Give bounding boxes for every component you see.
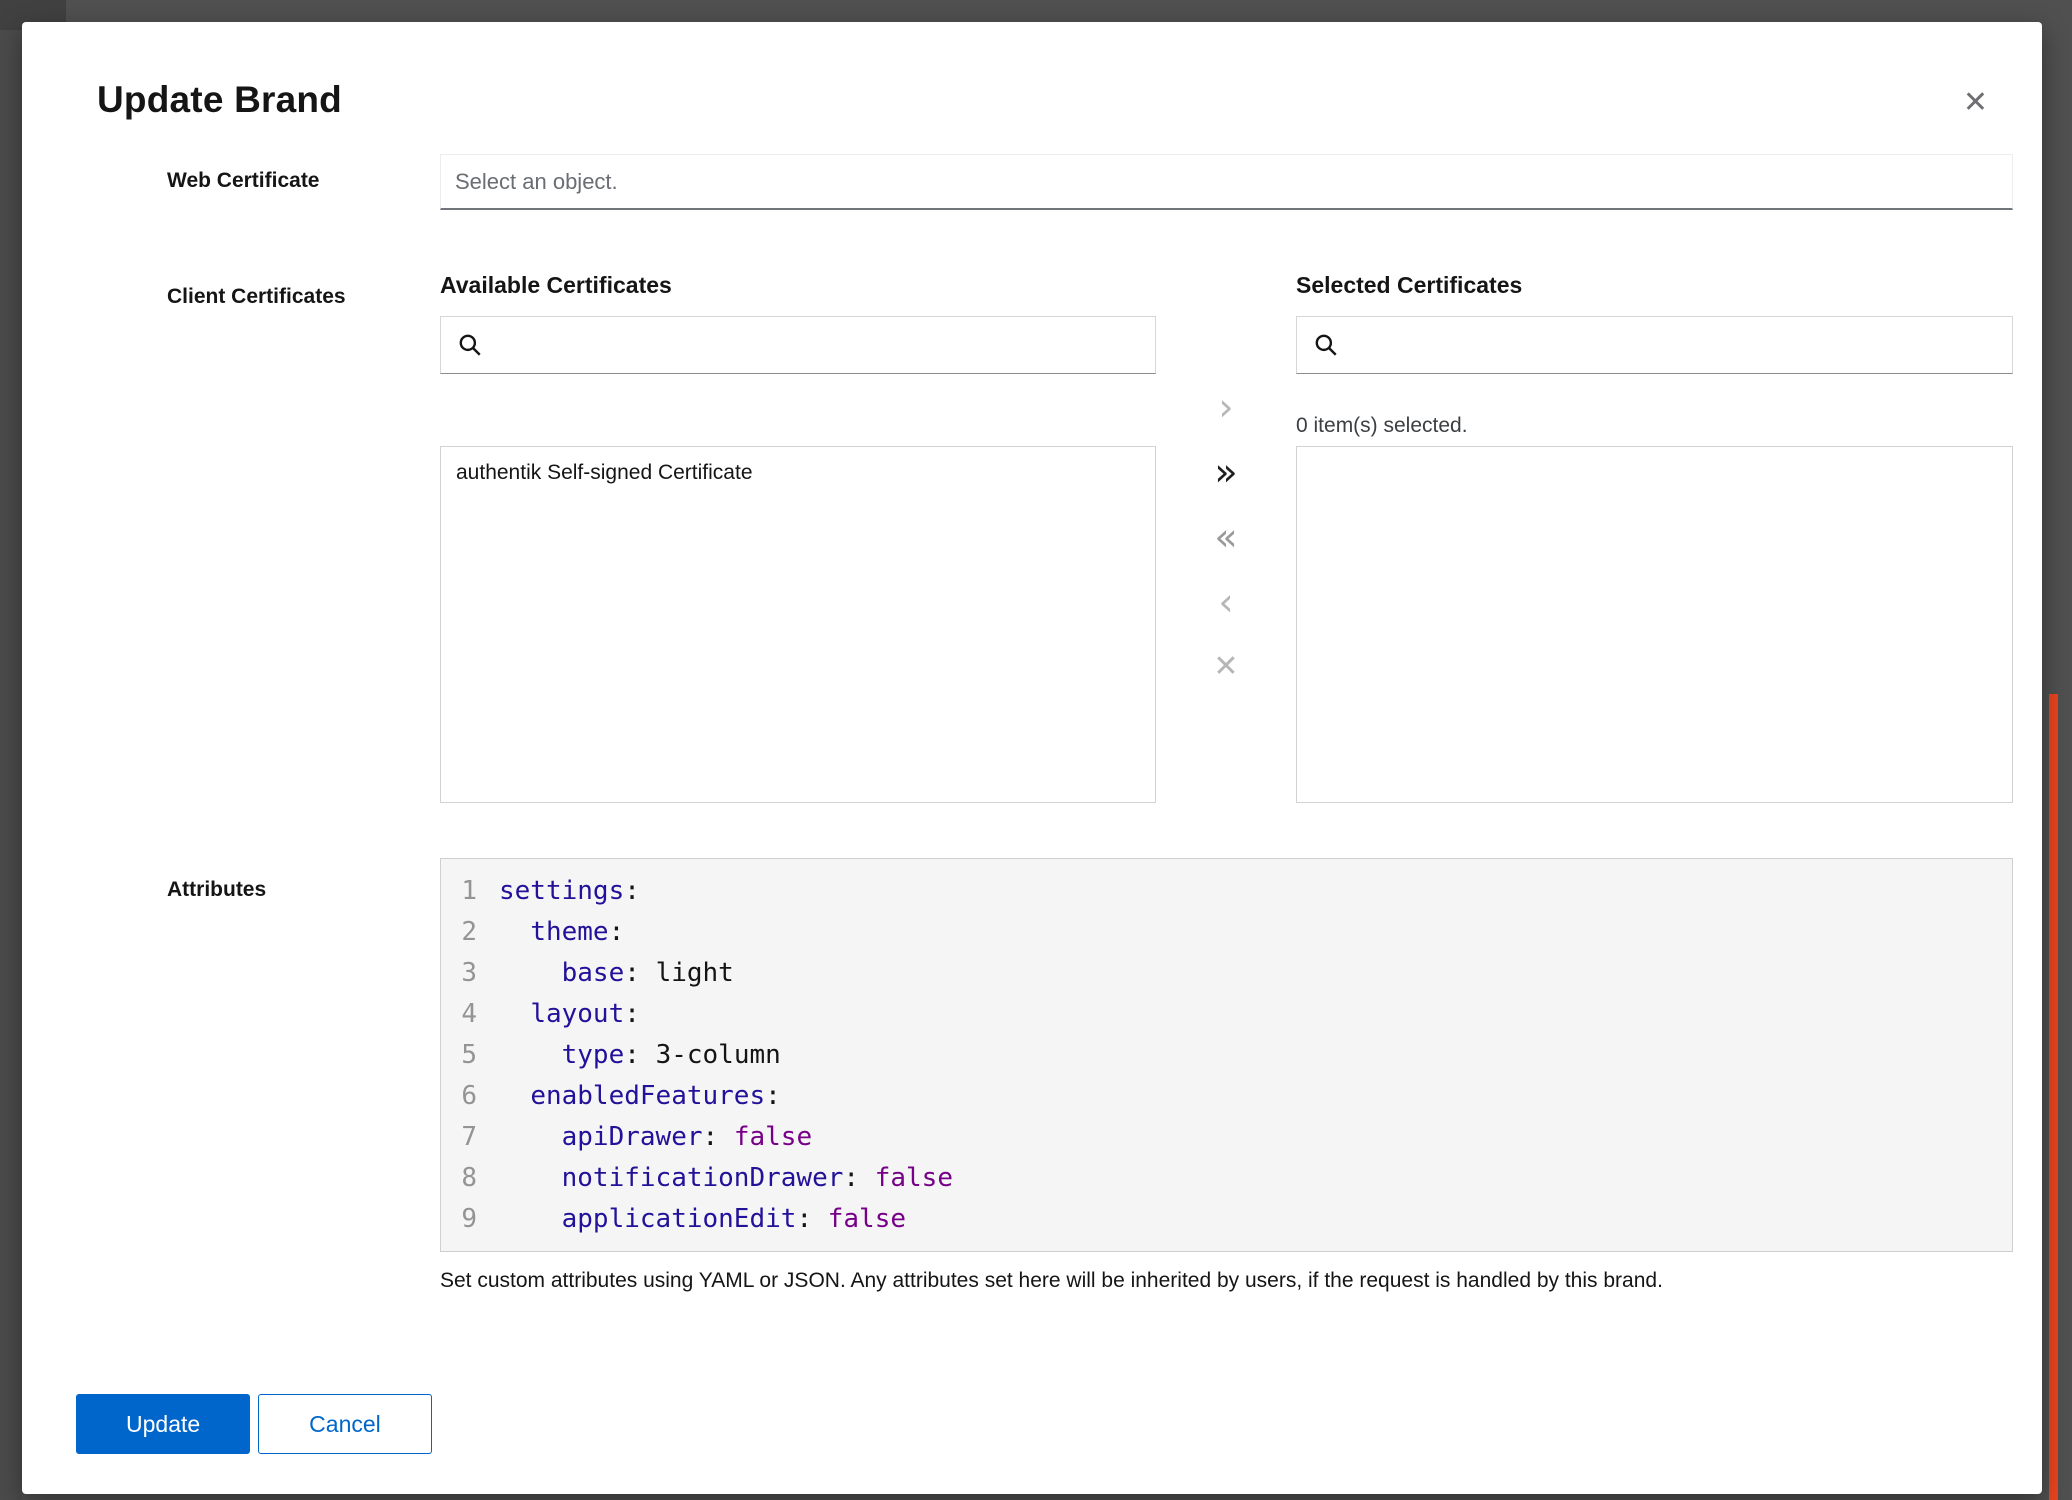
update-button[interactable]: Update: [76, 1394, 250, 1454]
client-certificates-label: Client Certificates: [167, 270, 440, 309]
attributes-help-text: Set custom attributes using YAML or JSON…: [440, 1268, 2013, 1294]
transfer-controls: › » « ‹ ✕: [1156, 270, 1296, 803]
search-icon: [457, 332, 483, 358]
available-pane: Available Certificates authentik Self-si…: [440, 270, 1156, 803]
selected-search-box: [1296, 316, 2013, 374]
selected-status-area: 0 item(s) selected.: [1296, 374, 2013, 446]
list-item[interactable]: authentik Self-signed Certificate: [441, 447, 1155, 499]
cancel-button[interactable]: Cancel: [258, 1394, 432, 1454]
background-accent-bar: [2049, 694, 2058, 1500]
web-certificate-row: Web Certificate: [167, 154, 2013, 210]
add-all-button[interactable]: »: [1202, 450, 1250, 494]
selected-certificates-list: [1296, 446, 2013, 803]
code-content[interactable]: settings: theme: base: light layout: typ…: [489, 859, 2012, 1251]
selected-search-input[interactable]: [1349, 317, 2012, 373]
modal-body: Web Certificate Client Certificates Avai…: [22, 154, 2042, 1294]
modal-footer: Update Cancel: [22, 1394, 2042, 1454]
available-certificates-heading: Available Certificates: [440, 270, 1156, 300]
available-spacer: [440, 374, 1156, 446]
web-certificate-select[interactable]: [440, 154, 2013, 210]
attributes-row: Attributes 123456789 settings: theme: ba…: [167, 858, 2013, 1294]
dual-list-selector: Available Certificates authentik Self-si…: [440, 270, 2013, 803]
background-page-remnant: [0, 0, 22, 1500]
modal-title: Update Brand: [97, 78, 1982, 122]
add-selected-button[interactable]: ›: [1202, 385, 1250, 429]
web-certificate-label: Web Certificate: [167, 154, 440, 193]
selected-pane: Selected Certificates 0 item(s) selected…: [1296, 270, 2013, 803]
attributes-label: Attributes: [167, 858, 440, 902]
remove-selected-button[interactable]: ‹: [1202, 580, 1250, 624]
selected-certificates-heading: Selected Certificates: [1296, 270, 2013, 300]
modal-header: Update Brand ✕: [22, 22, 2042, 122]
search-icon: [1313, 332, 1339, 358]
attributes-code-editor[interactable]: 123456789 settings: theme: base: light l…: [440, 858, 2013, 1252]
code-line-numbers: 123456789: [441, 859, 489, 1251]
selected-count-status: 0 item(s) selected.: [1296, 414, 1468, 438]
available-search-box: [440, 316, 1156, 374]
close-icon[interactable]: ✕: [1963, 88, 1988, 118]
available-search-input[interactable]: [493, 317, 1155, 373]
clear-button[interactable]: ✕: [1202, 645, 1250, 689]
remove-all-button[interactable]: «: [1202, 515, 1250, 559]
available-certificates-list: authentik Self-signed Certificate: [440, 446, 1156, 803]
client-certificates-row: Client Certificates Available Certificat…: [167, 270, 2013, 803]
attributes-field: 123456789 settings: theme: base: light l…: [440, 858, 2013, 1294]
update-brand-modal: Update Brand ✕ Web Certificate Client Ce…: [22, 22, 2042, 1494]
